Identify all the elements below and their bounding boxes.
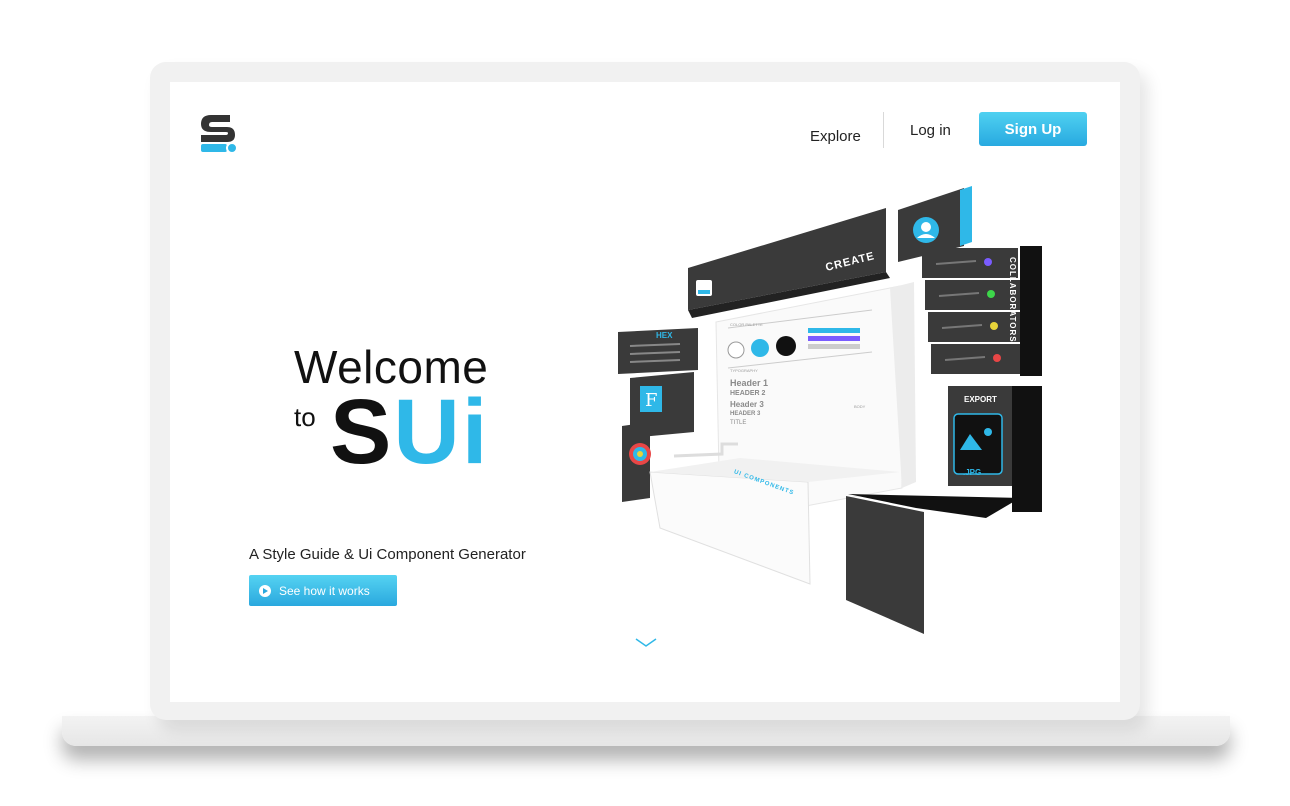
card-title: TITLE [730,420,747,426]
jpg-file-icon [953,413,1003,475]
brand-ui: Ui [393,381,490,483]
see-how-it-works-label: See how it works [279,583,370,598]
brand-s: S [330,381,394,483]
typography-label: TYPOGRAPHY [730,368,758,373]
dark-block [846,496,924,634]
play-icon [259,584,271,597]
card-header2: HEADER 2 [730,390,766,397]
hero-illustration: F [618,186,1042,634]
jpg-label: .JPG [963,468,982,477]
see-how-it-works-button[interactable]: See how it works [249,575,397,606]
landing-page: Explore Log in Sign Up Welcome to SUi A … [170,82,1120,702]
svg-text:F: F [645,390,658,411]
sui-logo-icon[interactable] [197,111,239,155]
collaborators-header [1020,246,1042,376]
hero-brand-heading: SUi [330,382,489,482]
color-palette-label: COLOR PALETTE [730,322,763,327]
card-header3a: Header 3 [730,400,764,409]
export-label: EXPORT [964,395,997,404]
hero-to-text: to [294,402,316,432]
collaborators-label: COLLABORATORS [1008,257,1017,343]
laptop-base [62,716,1230,746]
card-header1: Header 1 [730,378,769,388]
signup-button[interactable]: Sign Up [979,112,1087,146]
nav-divider [883,112,884,148]
nav-explore-link[interactable]: Explore [810,128,861,145]
hero-tagline: A Style Guide & Ui Component Generator [249,546,526,563]
card-body: BODY [854,404,866,409]
card-header3b: HEADER 3 [730,411,761,417]
nav-login-link[interactable]: Log in [910,122,951,139]
hex-label: HEX [656,331,673,340]
